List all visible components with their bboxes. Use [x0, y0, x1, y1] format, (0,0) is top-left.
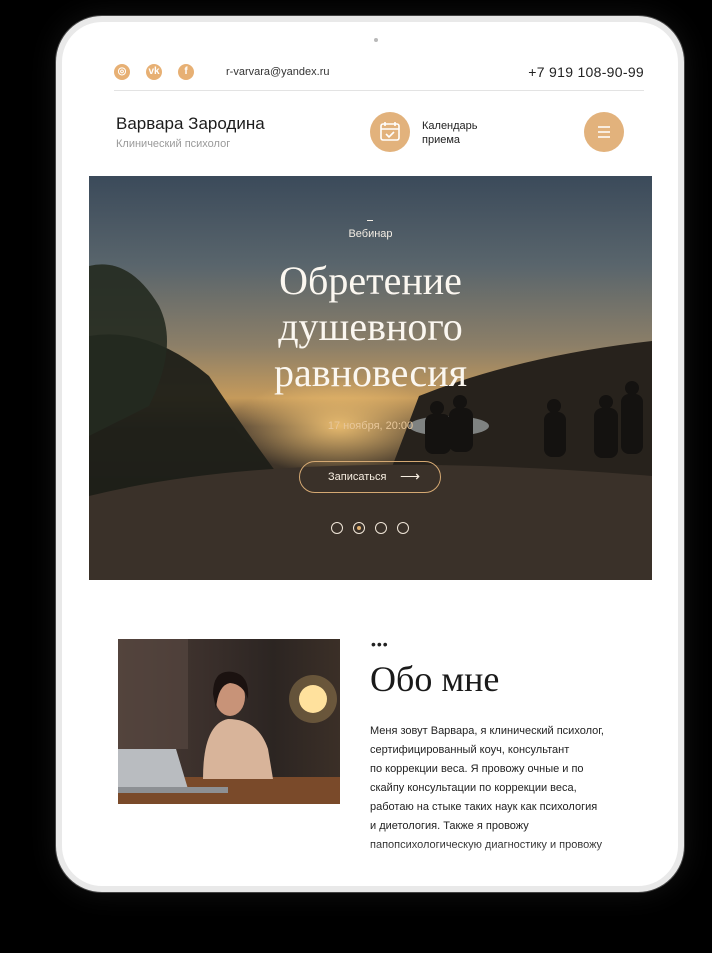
slider-dot-1[interactable] [331, 522, 343, 534]
about-line: по коррекции веса. Я провожу очные и по [370, 763, 584, 775]
hero-date: 17 ноября, 20:00 [327, 420, 414, 432]
slider-dot-3[interactable] [375, 522, 387, 534]
signup-button[interactable]: Записаться ⟶ [299, 461, 441, 493]
calendar-label[interactable]: Календарь приема [422, 119, 502, 147]
top-bar: ◎ vk f r-varvara@yandex.ru +7 919 108-90… [114, 58, 644, 91]
calendar-button[interactable] [370, 112, 410, 152]
psychologist-portrait [118, 639, 340, 804]
about-text: Меня зовут Варвара, я клинический психол… [370, 722, 620, 855]
hero-banner: Вебинар Обретение душевного равновесия 1… [89, 176, 652, 580]
instagram-icon[interactable]: ◎ [114, 64, 130, 80]
menu-button[interactable] [584, 112, 624, 152]
site-owner-role: Клинический психолог [116, 138, 231, 150]
screen: ◎ vk f r-varvara@yandex.ru +7 919 108-90… [62, 22, 678, 886]
hero-title-line3: равновесия [273, 350, 467, 395]
section-dots: ••• [371, 636, 389, 652]
calendar-icon [380, 122, 400, 141]
email-link[interactable]: r-varvara@yandex.ru [226, 66, 329, 78]
calendar-label-line2: приема [422, 134, 461, 146]
signup-button-label: Записаться [328, 471, 387, 483]
slider-dot-2[interactable] [353, 522, 365, 534]
calendar-label-line1: Календарь [422, 120, 478, 132]
about-line: Меня зовут Варвара, я клинический психол… [370, 725, 604, 737]
tablet-frame: ◎ vk f r-varvara@yandex.ru +7 919 108-90… [56, 16, 684, 892]
site-owner-name[interactable]: Варвара Зародина [116, 114, 265, 134]
camera-dot [374, 38, 378, 42]
hero-title-line1: Обретение [279, 258, 462, 303]
hero-dash [367, 220, 373, 221]
about-line: и диетология. Также я провожу [370, 820, 529, 832]
slider-dot-4[interactable] [397, 522, 409, 534]
arrow-right-icon: ⟶ [400, 468, 421, 484]
facebook-icon[interactable]: f [178, 64, 194, 80]
vk-icon[interactable]: vk [146, 64, 162, 80]
about-title: Обо мне [370, 659, 500, 699]
hamburger-icon [598, 126, 610, 138]
about-photo [118, 639, 340, 804]
text-fade [362, 842, 662, 882]
about-line: работаю на стыке таких наук как психолог… [370, 801, 598, 813]
about-line: скайпу консультации по коррекции веса, [370, 782, 577, 794]
hero-title-line2: душевного [278, 304, 463, 349]
phone-link[interactable]: +7 919 108-90-99 [528, 64, 644, 80]
hero-title: Обретение душевного равновесия [89, 258, 652, 396]
about-line: сертифицированный коуч, консультант [370, 744, 570, 756]
hero-kicker: Вебинар [348, 228, 393, 240]
